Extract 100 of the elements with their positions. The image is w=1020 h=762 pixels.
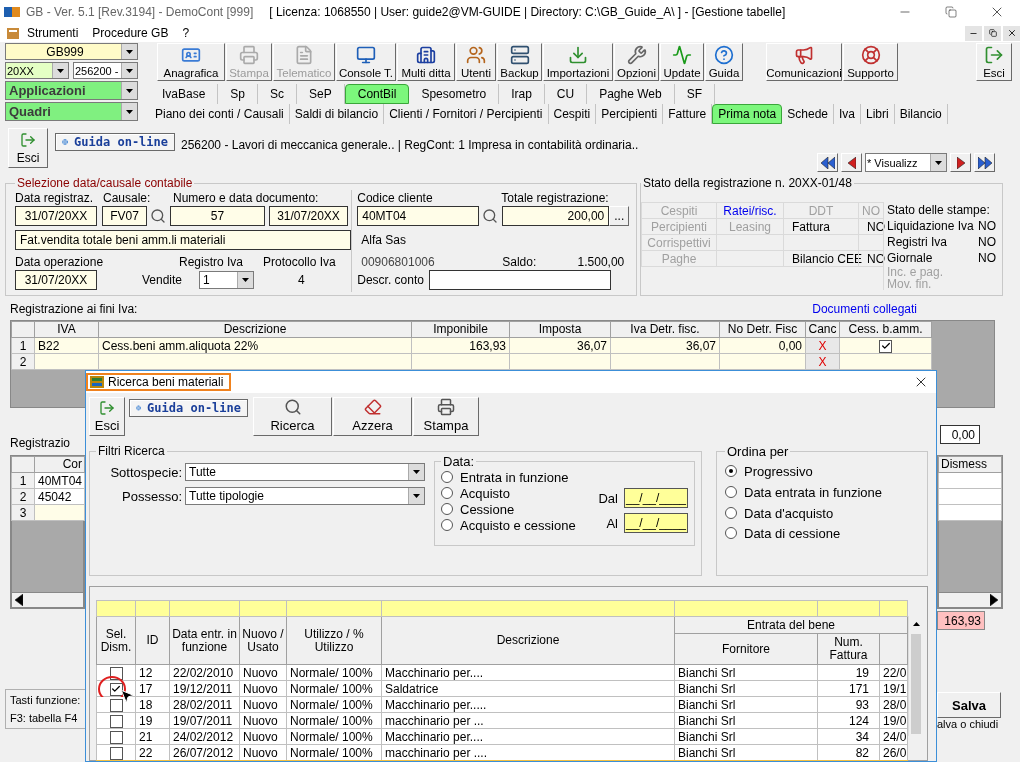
checkbox[interactable] [879,339,892,353]
customer-field[interactable]: 40MT04 [357,206,480,226]
help-button[interactable]: Guida on-line [129,399,248,417]
toolbar-button[interactable]: Console T. [336,43,396,81]
filter-select[interactable]: Tutte tipologie [185,487,425,505]
module-tab[interactable]: Sp [218,84,259,104]
radio-button[interactable] [441,519,453,531]
checkbox[interactable] [109,714,123,728]
exit-button[interactable]: Esci [89,397,125,436]
restore-button[interactable] [984,25,1001,41]
menu-item[interactable]: Procedure GB [85,26,176,40]
search-icon[interactable] [482,208,499,224]
toolbar-button[interactable]: Ricerca [253,397,332,436]
activity-select[interactable]: 256200 - [73,62,138,79]
section-tab[interactable]: Percipienti [596,104,664,124]
search-icon[interactable] [150,208,166,224]
toolbar-button[interactable]: Importazioni [543,43,613,81]
section-tab[interactable]: Schede [782,104,834,124]
radio-option[interactable]: Progressivo [725,461,921,481]
save-button[interactable]: Salva [937,692,1001,718]
toolbar-button[interactable]: Multi ditta [397,43,455,81]
next-button[interactable] [950,153,971,172]
module-tab[interactable]: Sc [258,84,298,104]
toolbar-button[interactable]: Update [660,43,704,81]
toolbar-button[interactable]: Opzioni [614,43,659,81]
section-tab[interactable]: Cespiti [548,104,597,124]
date-from-field[interactable]: __/__/____ [624,488,688,508]
radio-button[interactable] [725,486,737,498]
documents-link[interactable]: Documenti collegati [812,302,917,320]
radio-option[interactable]: Cessione [441,501,588,517]
radio-button[interactable] [725,507,737,519]
module-tab[interactable]: SF [674,84,715,104]
mode-select[interactable]: * Visualizz [865,153,947,172]
menu-item[interactable]: Strumenti [20,26,86,40]
radio-option[interactable]: Data di cessione [725,523,921,543]
more-button[interactable]: ... [609,206,630,226]
minimize-button[interactable] [965,25,982,41]
radio-button[interactable] [441,471,453,483]
toolbar-button[interactable]: Comunicazioni [766,43,842,81]
section-tab[interactable]: Libri [861,104,895,124]
date-field[interactable]: 31/07/20XX [15,206,97,226]
toolbar-button[interactable]: Supporto [843,43,898,81]
radio-button[interactable] [441,487,453,499]
module-tab[interactable]: IvaBase [150,84,219,104]
radio-option[interactable]: Acquisto e cessione [441,517,588,533]
checkbox[interactable] [109,682,123,696]
section-tab[interactable]: Bilancio [894,104,948,124]
radio-option[interactable]: Data d'acquisto [725,503,921,523]
date-to-field[interactable]: __/__/____ [624,513,688,533]
operation-date-field[interactable]: 31/07/20XX [15,270,97,290]
toolbar-button[interactable]: Anagrafica [157,43,225,81]
first-button[interactable] [817,153,838,172]
applications-select[interactable]: Applicazioni [5,81,138,100]
radio-option[interactable]: Entrata in funzione [441,469,588,485]
checkbox[interactable] [109,730,123,744]
account-field[interactable] [429,270,612,290]
section-tab[interactable]: Clienti / Fornitori / Percipienti [384,104,549,124]
section-tab[interactable]: Iva [834,104,861,124]
menu-item[interactable]: ? [175,26,197,40]
register-select[interactable]: 1 [199,271,254,289]
amount-field[interactable]: 0,00 [940,425,980,444]
year-select[interactable]: 20XX [5,62,69,79]
radio-option[interactable]: Data entrata in funzione [725,481,921,503]
description-field[interactable]: Fat.vendita totale beni amm.li materiali [15,230,351,250]
module-tab[interactable]: Spesometro [409,84,500,104]
section-tab[interactable]: Prima nota [712,104,783,124]
toolbar-button[interactable]: Backup [497,43,542,81]
previous-button[interactable] [841,153,862,172]
radio-button[interactable] [725,465,737,477]
filter-select[interactable]: Tutte [185,463,425,481]
checkbox[interactable] [109,666,123,680]
radio-button[interactable] [725,527,737,539]
checkbox[interactable] [109,746,123,760]
module-tab[interactable]: SeP [297,84,345,104]
module-tab[interactable]: Paghe Web [587,84,675,104]
toolbar-button[interactable]: Guida [705,43,743,81]
panels-select[interactable]: Quadri [5,102,138,121]
section-tab[interactable]: Piano dei conti / Causali [150,104,290,124]
vertical-scrollbar[interactable] [908,616,923,736]
module-tab[interactable]: ContBil [344,84,410,104]
toolbar-button[interactable]: Azzera [333,397,412,436]
document-date-field[interactable]: 31/07/20XX [269,206,348,226]
checkbox[interactable] [109,698,123,712]
toolbar-button[interactable]: Stampa [413,397,479,436]
document-number-field[interactable]: 57 [170,206,265,226]
company-select[interactable]: GB999 [5,43,138,60]
section-tab[interactable]: Saldi di bilancio [289,104,385,124]
horizontal-scrollbar[interactable] [11,592,84,608]
horizontal-scrollbar[interactable] [938,592,1002,608]
help-button[interactable]: Guida on-line [55,133,175,151]
close-button[interactable] [1003,25,1020,41]
radio-option[interactable]: Acquisto [441,485,588,501]
toolbar-button[interactable]: Utenti [456,43,496,81]
module-tab[interactable]: Irap [499,84,545,104]
exit-button[interactable]: Esci [8,128,48,168]
radio-button[interactable] [441,503,453,515]
total-field[interactable]: 200,00 [502,206,610,226]
last-button[interactable] [974,153,995,172]
exit-button[interactable]: Esci [976,43,1012,81]
module-tab[interactable]: CU [544,84,588,104]
